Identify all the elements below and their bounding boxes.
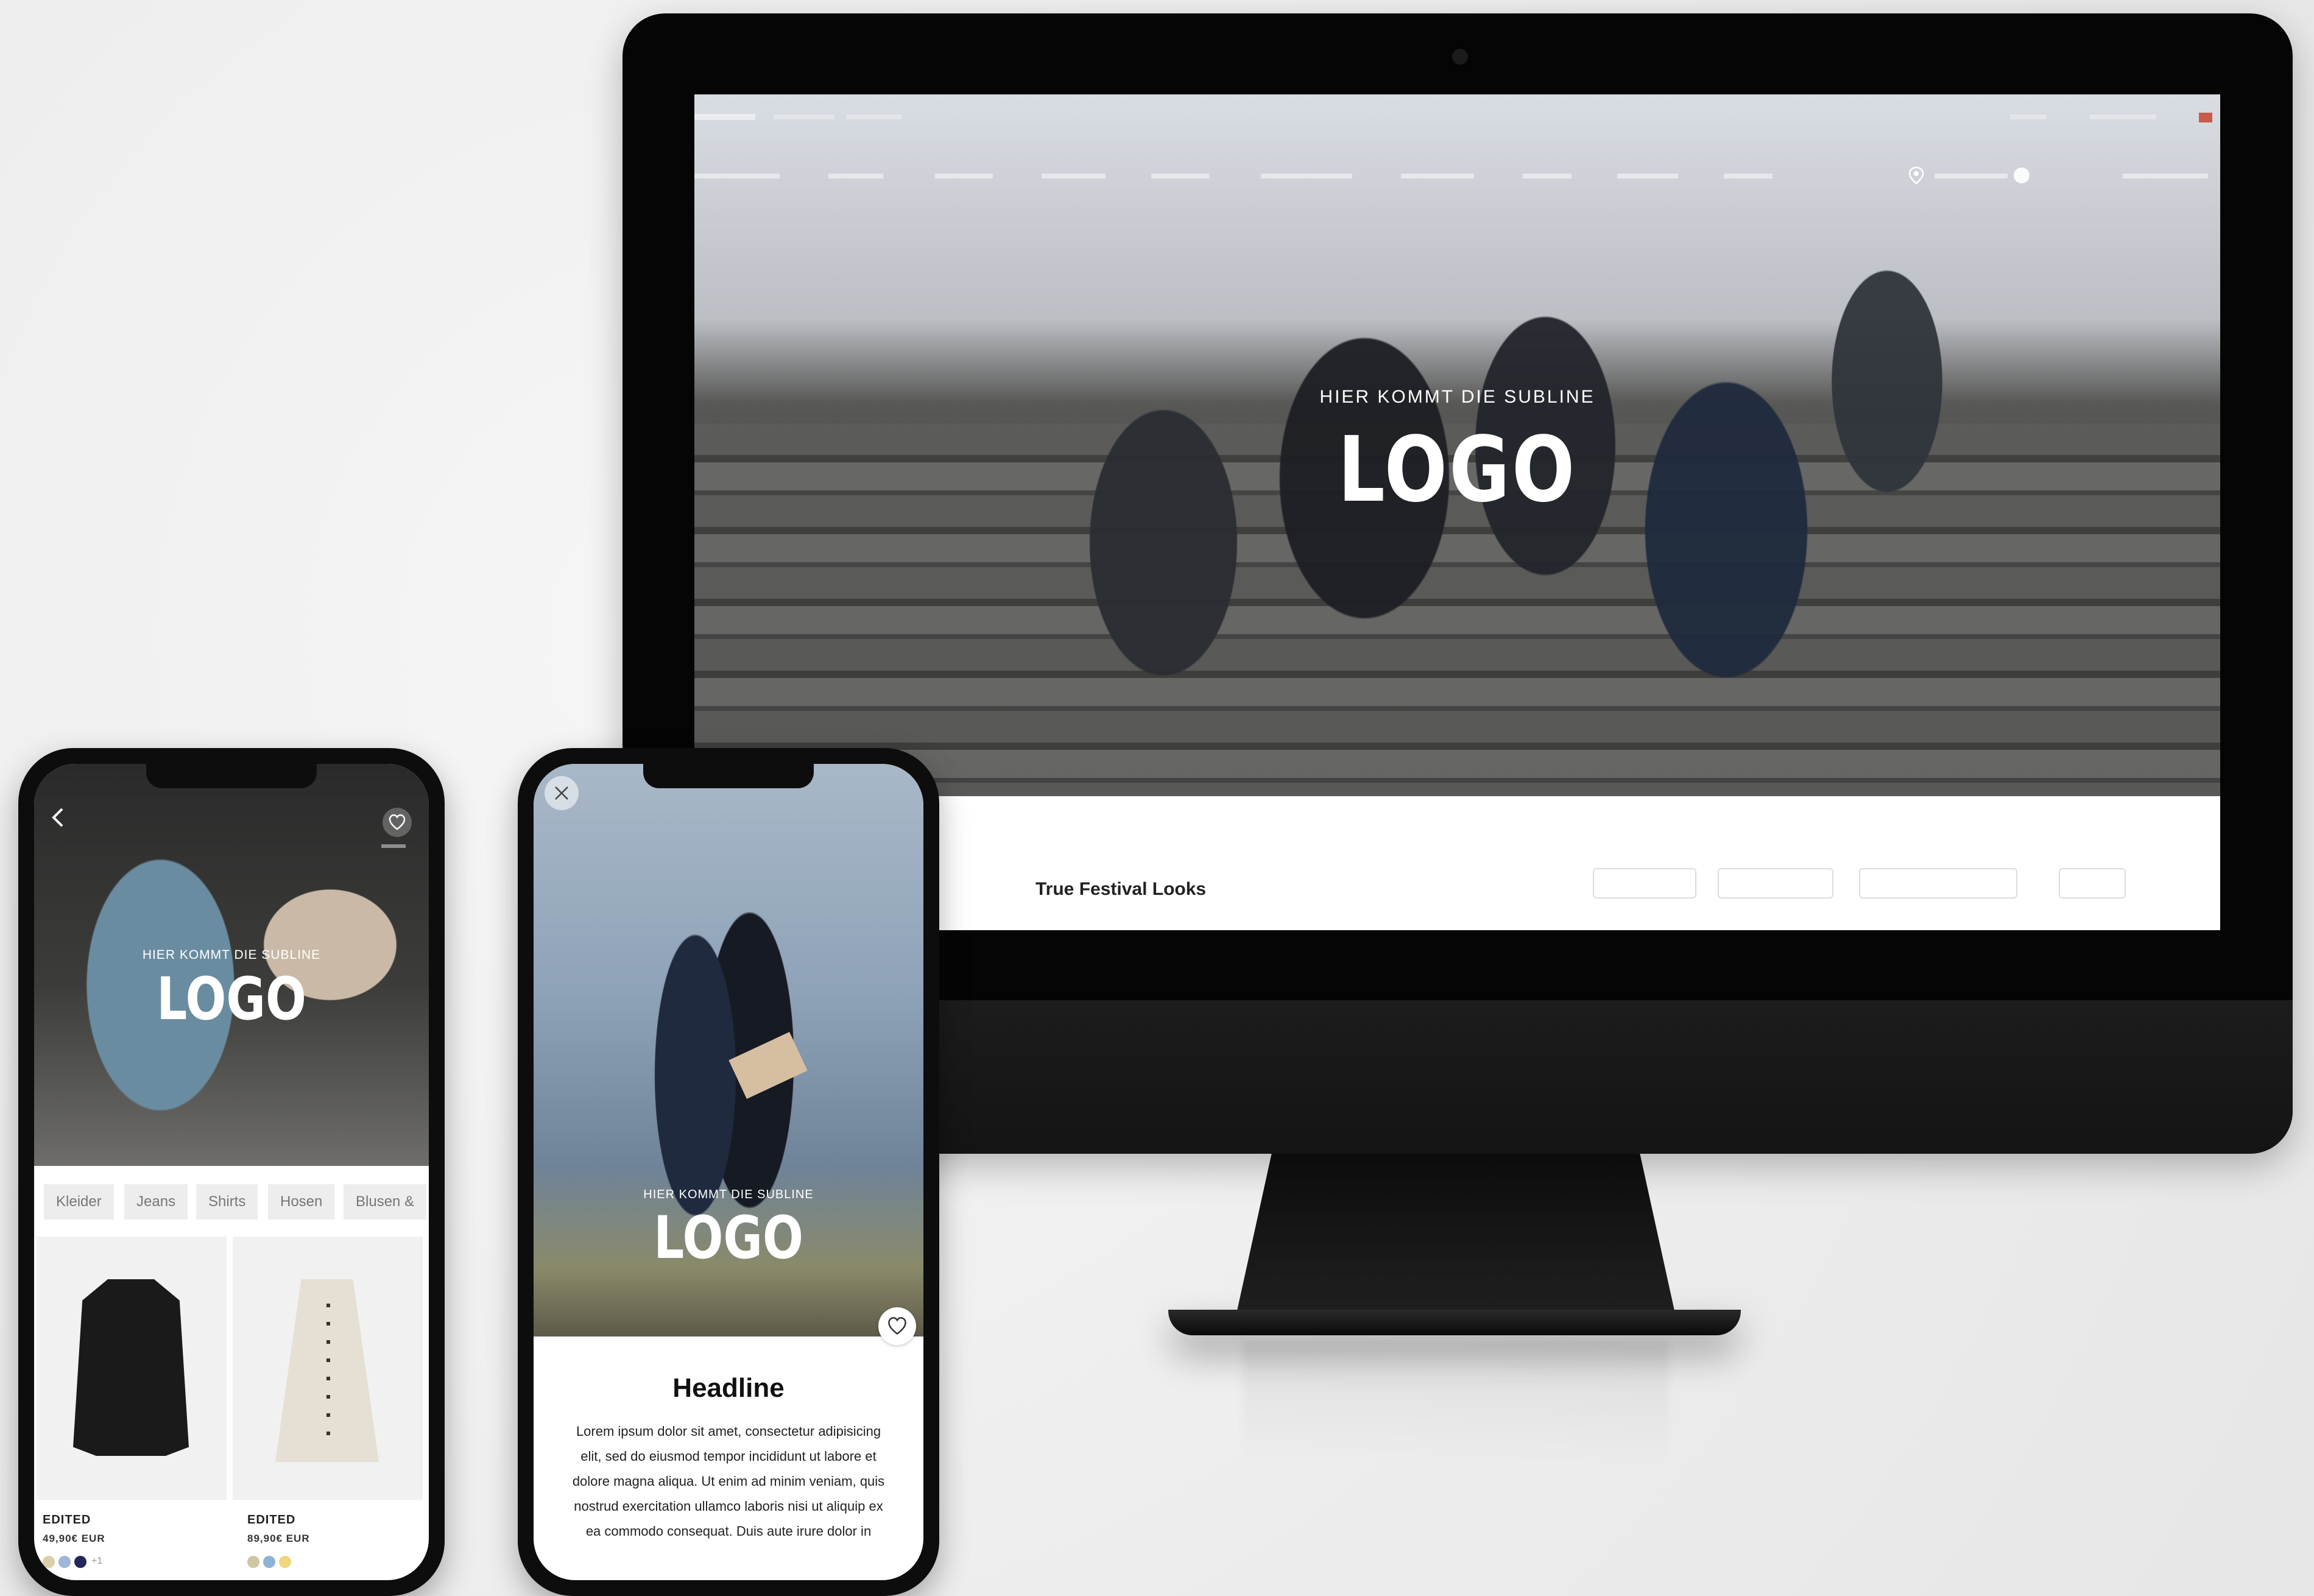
nav-item[interactable]: [828, 174, 883, 178]
skirt-buttons: [326, 1304, 330, 1450]
detail-body-text: Lorem ipsum dolor sit amet, consectetur …: [542, 1419, 915, 1544]
chevron-left-icon[interactable]: [49, 805, 67, 836]
product-image-jacket[interactable]: [37, 1237, 227, 1500]
color-swatch[interactable]: [58, 1556, 71, 1568]
camera-dot: [1452, 49, 1468, 65]
top-link[interactable]: [2089, 115, 2156, 119]
top-link[interactable]: [847, 115, 901, 119]
detail-headline: Headline: [672, 1373, 785, 1403]
product-price: 49,90€ EUR: [43, 1533, 105, 1544]
store-finder-link[interactable]: [1935, 174, 2008, 178]
filter-button[interactable]: [2059, 868, 2126, 899]
filter-button[interactable]: [1593, 868, 1696, 899]
heart-icon[interactable]: [878, 1307, 916, 1345]
product-image-skirt[interactable]: [233, 1237, 423, 1500]
category-chips: Kleider Jeans Shirts Hosen Blusen &: [44, 1184, 429, 1221]
phone-notch: [146, 764, 317, 788]
floor-reflection: [1243, 1340, 1669, 1462]
color-swatch[interactable]: [279, 1556, 291, 1568]
nav-item[interactable]: [694, 174, 780, 178]
listing-hero-logo: LOGO: [157, 965, 306, 1033]
top-link[interactable]: [774, 115, 834, 119]
location-pin-icon[interactable]: [1908, 166, 1925, 185]
close-icon[interactable]: [545, 776, 579, 810]
product-brand: EDITED: [247, 1513, 296, 1527]
desktop-top-bar: [694, 105, 2220, 130]
color-swatch[interactable]: [263, 1556, 275, 1568]
top-link[interactable]: [2010, 115, 2047, 119]
nav-item[interactable]: [1617, 174, 1678, 178]
nav-item[interactable]: [1042, 174, 1106, 178]
page-heading: True Festival Looks: [1035, 879, 1207, 899]
nav-item[interactable]: [1261, 174, 1352, 178]
imac-foot: [1168, 1310, 1741, 1335]
filter-button[interactable]: [1718, 868, 1833, 899]
nav-item[interactable]: [935, 174, 993, 178]
body-line: ea commodo consequat. Duis aute irure do…: [585, 1524, 872, 1539]
desktop-hero-logo: LOGO: [1338, 417, 1577, 522]
nav-item[interactable]: [1401, 174, 1474, 178]
body-line: Lorem ipsum dolor sit amet, consectetur …: [576, 1424, 881, 1439]
phone-listing-device: HIER KOMMT DIE SUBLINE LOGO Kleider Jean…: [18, 748, 445, 1596]
heart-icon[interactable]: [383, 808, 412, 837]
chip-shirts[interactable]: Shirts: [196, 1184, 258, 1220]
nav-item[interactable]: [1523, 174, 1571, 178]
color-swatch[interactable]: [247, 1556, 259, 1568]
product-brand: EDITED: [43, 1513, 91, 1527]
detail-hero-subline: HIER KOMMT DIE SUBLINE: [643, 1188, 814, 1201]
leather-jacket: [73, 1279, 189, 1456]
chip-kleider[interactable]: Kleider: [44, 1184, 114, 1220]
more-colors: +1: [91, 1556, 103, 1566]
phone-detail-device: HIER KOMMT DIE SUBLINE LOGO Headline Lor…: [518, 748, 939, 1596]
chip-blusen[interactable]: Blusen &: [344, 1184, 427, 1220]
body-line: dolore magna aliqua. Ut enim ad minim ve…: [572, 1474, 885, 1489]
phone-detail-screen: HIER KOMMT DIE SUBLINE LOGO Headline Lor…: [534, 764, 923, 1580]
cart-count-badge: [2014, 168, 2030, 183]
phone-listing-screen: HIER KOMMT DIE SUBLINE LOGO Kleider Jean…: [34, 764, 429, 1580]
nav-item[interactable]: [1724, 174, 1773, 178]
desktop-main-nav: [694, 160, 2220, 191]
body-line: elit, sed do eiusmod tempor incididunt u…: [580, 1449, 877, 1464]
desktop-hero-subline: HIER KOMMT DIE SUBLINE: [1319, 387, 1595, 407]
chip-hosen[interactable]: Hosen: [268, 1184, 335, 1220]
like-count: [381, 844, 406, 848]
imac-stand: [1236, 1154, 1675, 1313]
color-swatch[interactable]: [43, 1556, 55, 1568]
phone-notch: [643, 764, 814, 788]
color-swatch[interactable]: [74, 1556, 86, 1568]
body-line: nostrud exercitation ullamco laboris nis…: [574, 1499, 883, 1514]
detail-hero-logo: LOGO: [654, 1204, 803, 1272]
nav-item[interactable]: [1151, 174, 1209, 178]
chip-jeans[interactable]: Jeans: [124, 1184, 188, 1220]
account-link[interactable]: [2123, 174, 2208, 178]
product-price: 89,90€ EUR: [247, 1533, 310, 1544]
top-brand[interactable]: [694, 114, 755, 120]
listing-hero-subline: HIER KOMMT DIE SUBLINE: [142, 948, 321, 962]
flag-icon[interactable]: [2199, 113, 2212, 122]
filter-button[interactable]: [1859, 868, 2017, 899]
